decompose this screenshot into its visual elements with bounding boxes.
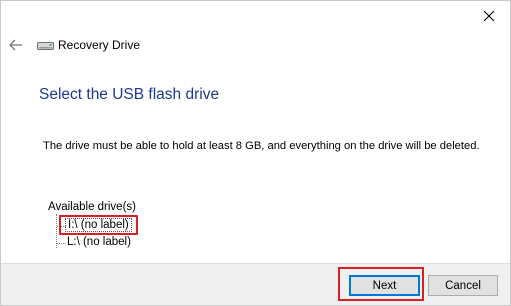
next-button[interactable]: Next — [349, 275, 420, 296]
close-icon — [483, 10, 495, 22]
page-heading: Select the USB flash drive — [39, 86, 220, 103]
close-button[interactable] — [473, 3, 505, 29]
recovery-drive-window: Recovery Drive Select the USB flash driv… — [0, 0, 511, 306]
available-drives-label: Available drive(s) — [48, 201, 136, 213]
drive-item-l[interactable]: L:\ (no label) — [67, 236, 131, 248]
drive-item-label: L:\ (no label) — [67, 236, 131, 248]
drive-item-label: I:\ (no label) — [65, 218, 132, 232]
drive-icon — [37, 42, 54, 50]
drive-item-i[interactable]: I:\ (no label) — [59, 215, 138, 235]
page-description: The drive must be able to hold at least … — [43, 140, 480, 152]
back-button[interactable] — [7, 37, 25, 53]
back-arrow-icon — [9, 39, 22, 51]
tree-connector — [57, 243, 66, 244]
cancel-button[interactable]: Cancel — [428, 275, 498, 296]
window-title: Recovery Drive — [58, 38, 141, 52]
